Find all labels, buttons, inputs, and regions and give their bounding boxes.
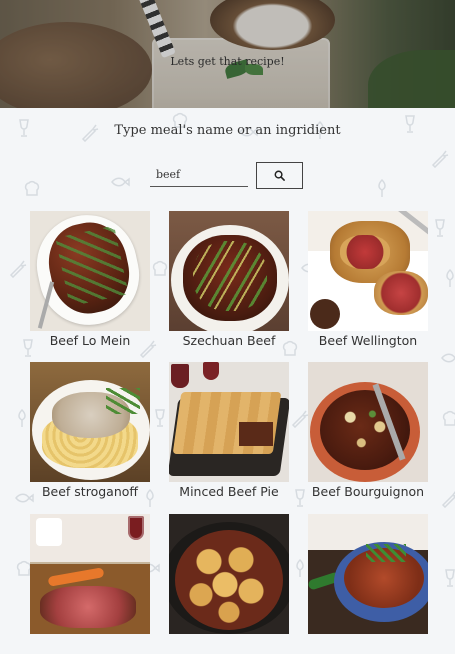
whisk-icon bbox=[290, 558, 310, 578]
recipe-card[interactable]: Beef stroganoff bbox=[30, 362, 150, 502]
recipe-card[interactable]: Beef Lo Mein bbox=[30, 211, 150, 351]
carrot-icon bbox=[8, 258, 28, 279]
chef-hat-icon bbox=[150, 258, 170, 278]
hero-caption: Lets get that recipe! bbox=[170, 55, 285, 68]
recipe-photo[interactable] bbox=[30, 514, 150, 634]
recipe-photo[interactable] bbox=[308, 211, 428, 331]
wine-glass-icon bbox=[430, 218, 450, 238]
wine-glass-icon bbox=[290, 488, 310, 508]
recipe-card[interactable]: Beef Wellington bbox=[308, 211, 428, 351]
recipe-title[interactable]: Beef Bourguignon bbox=[308, 484, 428, 502]
wine-glass-icon bbox=[440, 568, 455, 588]
recipe-card[interactable] bbox=[308, 514, 428, 654]
fish-icon bbox=[110, 172, 130, 192]
recipe-photo[interactable] bbox=[169, 362, 289, 482]
recipe-photo[interactable] bbox=[308, 362, 428, 482]
recipe-card[interactable]: Minced Beef Pie bbox=[169, 362, 289, 502]
recipe-title[interactable]: Minced Beef Pie bbox=[169, 484, 289, 502]
carrot-icon bbox=[430, 148, 450, 169]
recipe-title[interactable] bbox=[30, 636, 150, 654]
carrot-icon bbox=[290, 408, 310, 429]
recipe-title[interactable] bbox=[308, 636, 428, 654]
recipe-card[interactable]: Szechuan Beef bbox=[169, 211, 289, 351]
search-button[interactable] bbox=[256, 162, 303, 189]
carrot-icon bbox=[440, 488, 455, 509]
chef-hat-icon bbox=[22, 178, 42, 198]
fish-icon bbox=[440, 348, 455, 368]
whisk-icon bbox=[12, 408, 32, 428]
recipe-title[interactable]: Szechuan Beef bbox=[169, 333, 289, 351]
recipe-photo[interactable] bbox=[30, 362, 150, 482]
search-icon bbox=[274, 170, 285, 181]
recipe-photo[interactable] bbox=[169, 211, 289, 331]
search-input[interactable] bbox=[150, 162, 248, 187]
recipe-title[interactable]: Beef Lo Mein bbox=[30, 333, 150, 351]
search-prompt: Type meal's name or an ingridient bbox=[114, 123, 341, 138]
recipe-title[interactable]: Beef Wellington bbox=[308, 333, 428, 351]
recipe-photo[interactable] bbox=[30, 211, 150, 331]
recipe-card[interactable] bbox=[30, 514, 150, 654]
hero-banner: Lets get that recipe! bbox=[0, 0, 455, 108]
whisk-icon bbox=[440, 268, 455, 288]
whisk-icon bbox=[372, 178, 392, 198]
recipe-photo[interactable] bbox=[308, 514, 428, 634]
recipe-photo[interactable] bbox=[169, 514, 289, 634]
hero-overlay bbox=[0, 0, 455, 108]
recipe-title[interactable] bbox=[169, 636, 289, 654]
recipe-card[interactable] bbox=[169, 514, 289, 654]
recipe-title[interactable]: Beef stroganoff bbox=[30, 484, 150, 502]
chef-hat-icon bbox=[440, 408, 455, 428]
wine-glass-icon bbox=[150, 408, 170, 428]
recipe-card[interactable]: Beef Bourguignon bbox=[308, 362, 428, 502]
